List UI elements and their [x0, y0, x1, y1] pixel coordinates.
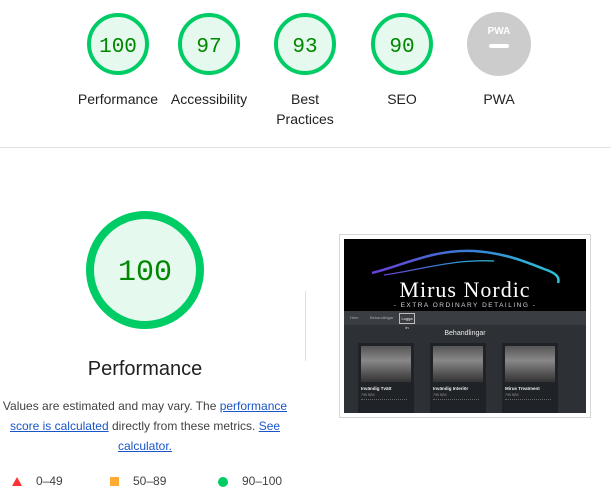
gauge-performance-label: Performance — [77, 91, 159, 107]
site-card: Invändig Tvätt 795 SEK — [358, 343, 414, 413]
gauge-seo-score: 90 — [389, 36, 414, 59]
site-logo-text: Mirus Nordic — [399, 277, 531, 302]
site-card-text — [361, 399, 407, 409]
performance-main-gauge: 100 — [86, 211, 204, 329]
triangle-icon — [12, 477, 22, 487]
site-nav-login: Logga in — [399, 313, 415, 330]
car-interior-image — [505, 346, 555, 382]
gauge-performance-score: 100 — [99, 36, 137, 59]
legend-average-range: 50–89 — [133, 474, 167, 488]
gauge-best-practices-score: 93 — [292, 36, 317, 59]
gauge-performance-ring: 100 — [87, 13, 149, 75]
gauge-seo[interactable]: 90 SEO — [352, 12, 452, 109]
site-card-text — [505, 399, 551, 409]
performance-main-score: 100 — [118, 256, 172, 290]
site-section-title: Behandlingar — [444, 330, 486, 337]
gauge-seo-ring: 90 — [371, 13, 433, 75]
gauge-performance[interactable]: 100 Performance — [68, 12, 168, 109]
screenshot-image: Mirus Nordic - EXTRA ORDINARY DETAILING … — [344, 239, 586, 413]
site-card-price: 795 SEK — [505, 393, 519, 397]
gauge-accessibility-label: Accessibility — [170, 91, 248, 107]
legend-average: 50–89 — [110, 474, 166, 488]
car-interior-image — [433, 346, 483, 382]
gauge-accessibility-ring: 97 — [178, 13, 240, 75]
legend-pass-range: 90–100 — [242, 474, 283, 488]
site-card-title: Invändig Interiör — [433, 386, 469, 391]
site-navbar: Hem Behandlingar Logga in — [344, 311, 586, 330]
gauge-accessibility[interactable]: 97 Accessibility — [159, 12, 259, 109]
gauge-pwa-label: PWA — [483, 91, 515, 107]
site-card: Invändig Interiör 795 SEK — [430, 343, 486, 413]
site-nav-treatments: Behandlingar — [370, 315, 394, 320]
square-icon — [110, 477, 119, 487]
site-card-title: Invändig Tvätt — [361, 386, 392, 391]
site-card-price: 795 SEK — [433, 393, 447, 397]
site-card-price: 795 SEK — [361, 393, 375, 397]
final-screenshot[interactable]: Mirus Nordic - EXTRA ORDINARY DETAILING … — [339, 234, 591, 418]
gauge-best-practices-label: Best Practices — [276, 91, 334, 127]
car-interior-image — [361, 346, 411, 382]
circle-icon — [218, 476, 228, 487]
gauge-pwa[interactable]: PWA PWA — [449, 12, 549, 109]
site-card-title: Mirus Treatment — [505, 386, 540, 391]
pwa-badge-icon: PWA — [467, 12, 531, 76]
site-tagline: - EXTRA ORDINARY DETAILING - — [393, 302, 537, 309]
site-card: Mirus Treatment 795 SEK — [502, 343, 558, 413]
legend-fail: 0–49 — [12, 474, 63, 488]
desc-prefix: Values are estimated and may vary. The — [2, 399, 220, 413]
legend-pass: 90–100 — [218, 474, 282, 488]
gauge-seo-label: SEO — [387, 91, 417, 107]
gauge-best-practices[interactable]: 93 Best Practices — [255, 12, 355, 129]
legend-fail-range: 0–49 — [36, 474, 63, 488]
site-nav-home: Hem — [350, 315, 359, 320]
section-divider — [0, 147, 611, 148]
gauge-accessibility-score: 97 — [196, 36, 221, 59]
site-banner: Mirus Nordic - EXTRA ORDINARY DETAILING … — [344, 239, 586, 311]
category-gauges: 100 Performance 97 Accessibility 93 Best… — [0, 0, 611, 148]
vertical-divider — [305, 291, 306, 361]
site-card-text — [433, 399, 479, 409]
desc-middle: directly from these metrics. — [108, 419, 259, 433]
performance-title: Performance — [87, 358, 203, 380]
gauge-best-practices-ring: 93 — [274, 13, 336, 75]
pwa-badge-text: PWA — [488, 26, 511, 37]
performance-description: Values are estimated and may vary. The p… — [0, 396, 290, 456]
